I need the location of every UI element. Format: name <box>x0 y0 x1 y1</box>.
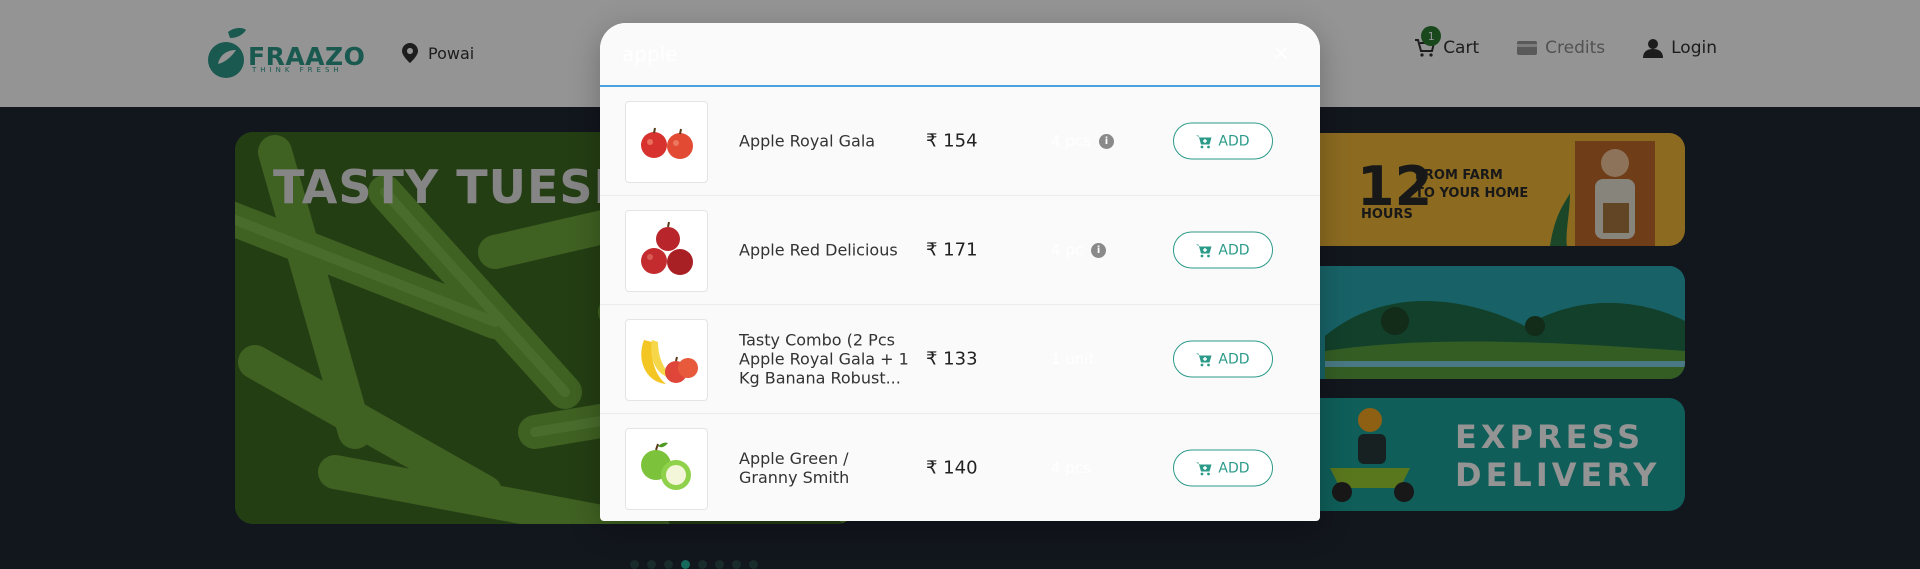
cart-plus-icon <box>1196 244 1212 257</box>
add-to-cart-button[interactable]: ADD <box>1173 449 1273 487</box>
quantity-label: 4 pcs <box>1051 132 1091 150</box>
add-to-cart-button[interactable]: ADD <box>1173 231 1273 269</box>
product-price: ₹ 140 <box>926 457 978 479</box>
search-results: Apple Royal Gala ₹ 154 4 pcs i ADD Apple… <box>600 87 1320 521</box>
cart-plus-icon <box>1196 353 1212 366</box>
add-button-label: ADD <box>1218 351 1250 367</box>
search-bar: × <box>600 23 1320 87</box>
product-quantity: 4 pcs i <box>1051 132 1114 150</box>
product-quantity: 4 pcs <box>1051 459 1091 477</box>
product-row: Apple Royal Gala ₹ 154 4 pcs i ADD <box>600 87 1320 196</box>
add-button-label: ADD <box>1218 242 1250 258</box>
product-price: ₹ 154 <box>926 130 978 152</box>
product-row: Apple Red Delicious ₹ 171 4 pc i ADD <box>600 196 1320 305</box>
product-quantity: 1 unit <box>1051 350 1094 368</box>
info-icon[interactable]: i <box>1091 242 1107 258</box>
search-modal: × Apple Royal Gala ₹ 154 4 pcs i <box>600 23 1320 521</box>
green-apples-icon <box>641 442 691 490</box>
product-image <box>625 210 708 292</box>
add-to-cart-button[interactable]: ADD <box>1173 340 1273 378</box>
info-icon[interactable]: i <box>1098 133 1114 149</box>
cart-plus-icon <box>1196 462 1212 475</box>
close-icon[interactable]: × <box>1272 41 1290 66</box>
quantity-label: 4 pc <box>1051 241 1084 259</box>
product-image <box>625 101 708 183</box>
banana-apple-combo-icon <box>641 340 698 384</box>
product-quantity: 4 pc i <box>1051 241 1107 259</box>
quantity-label: 4 pcs <box>1051 459 1091 477</box>
product-price: ₹ 171 <box>926 239 978 261</box>
cart-plus-icon <box>1196 135 1212 148</box>
add-to-cart-button[interactable]: ADD <box>1173 122 1273 160</box>
product-row: Apple Green / Granny Smith ₹ 140 4 pcs A… <box>600 414 1320 521</box>
product-image <box>625 428 708 510</box>
product-image <box>625 319 708 401</box>
product-price: ₹ 133 <box>926 348 978 370</box>
search-input[interactable] <box>622 38 1222 70</box>
red-delicious-apples-icon <box>641 221 693 275</box>
product-name[interactable]: Apple Green / Granny Smith <box>739 449 909 487</box>
product-name[interactable]: Tasty Combo (2 Pcs Apple Royal Gala + 1 … <box>739 331 909 388</box>
add-button-label: ADD <box>1218 133 1250 149</box>
quantity-label: 1 unit <box>1051 350 1095 368</box>
product-row: Tasty Combo (2 Pcs Apple Royal Gala + 1 … <box>600 305 1320 414</box>
product-name[interactable]: Apple Royal Gala <box>739 132 909 151</box>
add-button-label: ADD <box>1218 460 1250 476</box>
product-name[interactable]: Apple Red Delicious <box>739 241 909 260</box>
red-apples-icon <box>641 127 693 159</box>
